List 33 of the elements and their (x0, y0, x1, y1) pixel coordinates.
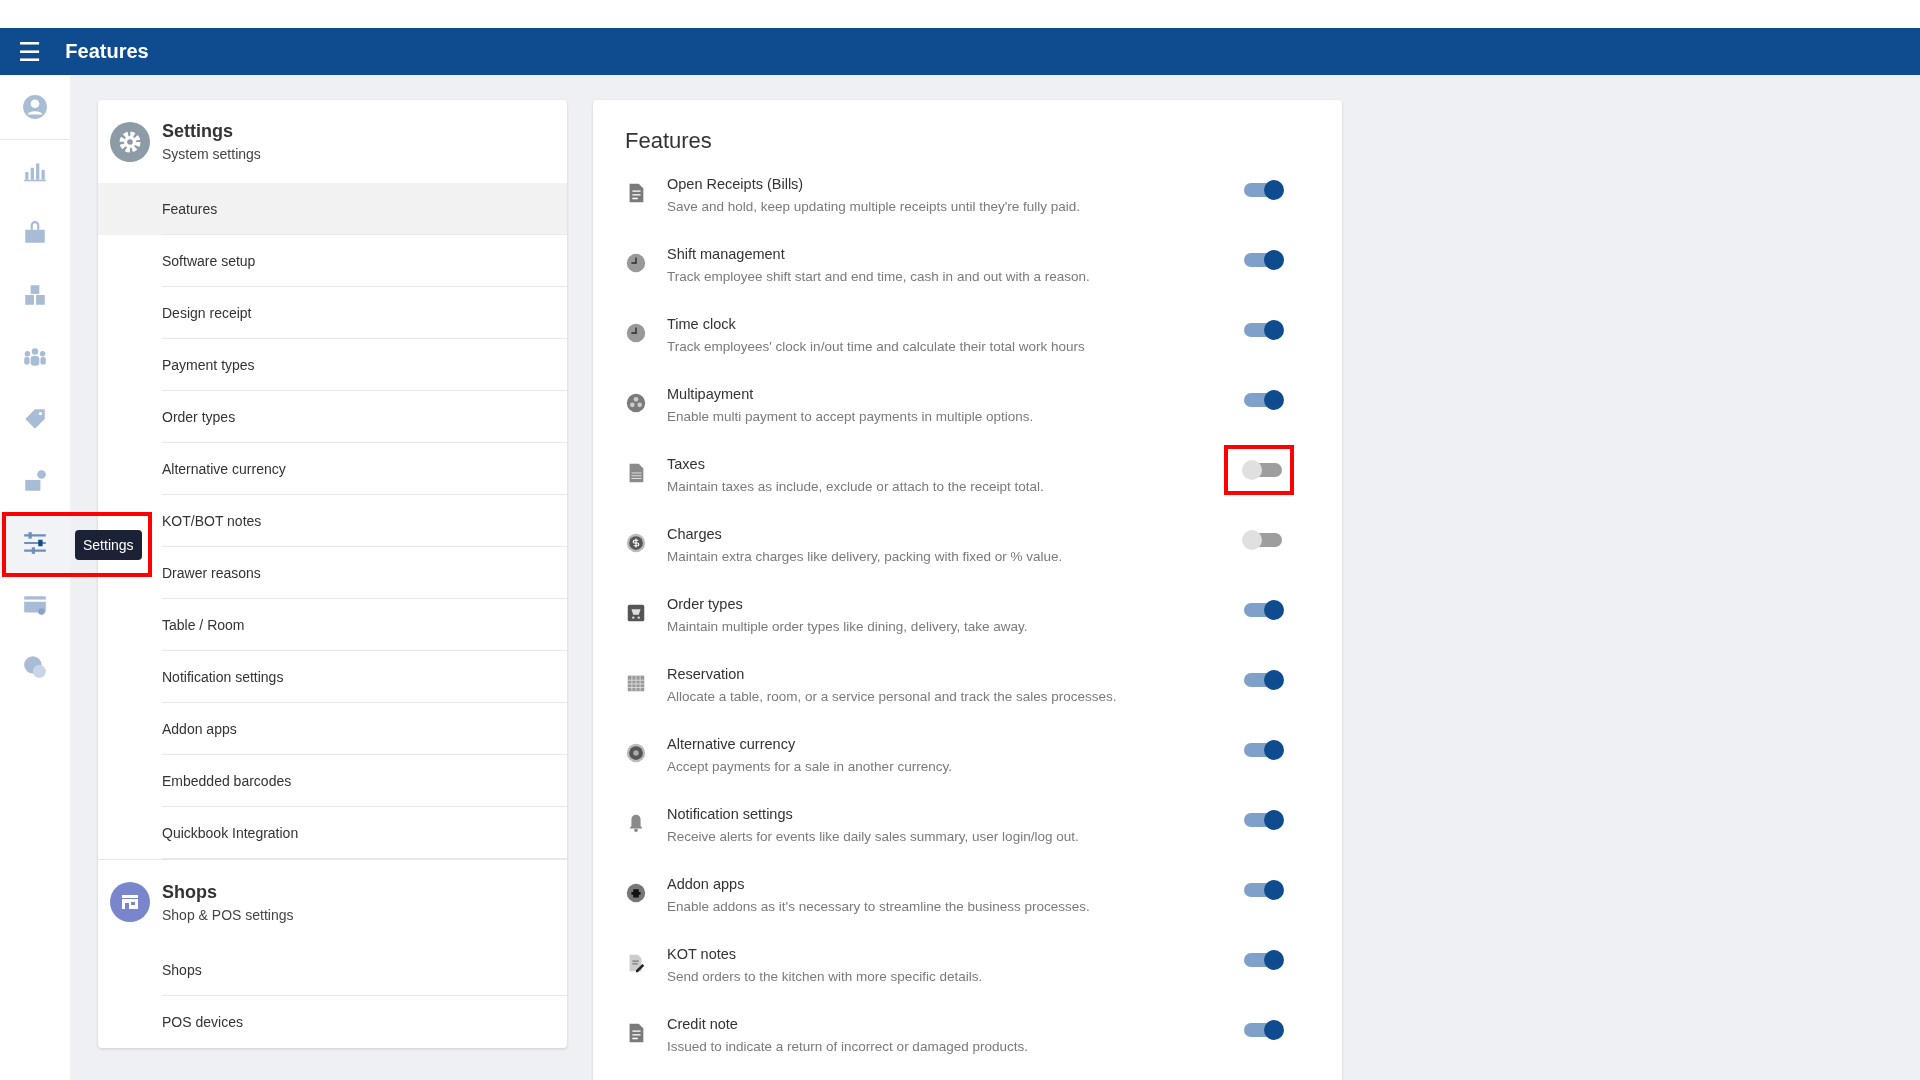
group-subtitle: System settings (162, 146, 261, 162)
feature-title: Credit note (667, 1016, 739, 1032)
feature-title: Open Receipts (Bills) (667, 176, 805, 192)
feature-description: Allocate a table, room, or a service personal and track the sales processes. (667, 689, 1118, 704)
group-subtitle: Shop & POS settings (162, 906, 294, 923)
feature-title: Charges (667, 526, 723, 542)
feature-title: Notification settings (667, 806, 794, 822)
feature-title: Shift management (667, 246, 786, 262)
feature-description: Maintain extra charges like delivery, packing with fixed or % value. (667, 549, 1064, 564)
feature-title: Reservation (667, 666, 746, 682)
feature-description: Maintain taxes as include, exclude or attach to the receipt total. (667, 479, 1045, 494)
feature-description: Send orders to the kitchen with more specific details. (667, 969, 984, 984)
feature-title: Order types (667, 596, 744, 612)
feature-description: Track employees' clock in/out time and calculate their total work hours (667, 339, 1086, 354)
feature-description: Track employee shift start and end time, cash in and out with a reason. (667, 269, 1091, 284)
feature-title: Time clock (667, 316, 737, 332)
feature-title: Addon apps (667, 876, 746, 892)
feature-title: KOT notes (667, 946, 738, 962)
feature-description: Maintain multiple order types like dining, delivery, take away. (667, 619, 1029, 634)
feature-description: Accept payments for a sale in another currency. (667, 759, 953, 774)
feature-description: Enable multi payment to accept payments in multiple options. (667, 409, 1035, 424)
feature-description: Save and hold, keep updating multiple receipts until they're fully paid. (667, 199, 1082, 214)
card-title: Features (625, 128, 713, 154)
feature-description: Issued to indicate a return of incorrect or damaged products. (667, 1039, 1029, 1054)
feature-title: Multipayment (667, 386, 755, 402)
page-title: Features (65, 40, 149, 63)
group-title: Settings (162, 121, 234, 142)
group-title: Shops (162, 881, 218, 903)
tooltip: Settings (75, 530, 142, 560)
feature-title: Taxes (667, 456, 706, 472)
feature-description: Enable addons as it's necessary to streamline the business processes. (667, 899, 1091, 914)
feature-description: Receive alerts for events like daily sales summary, user login/log out. (667, 829, 1080, 844)
feature-title: Alternative currency (667, 736, 797, 752)
